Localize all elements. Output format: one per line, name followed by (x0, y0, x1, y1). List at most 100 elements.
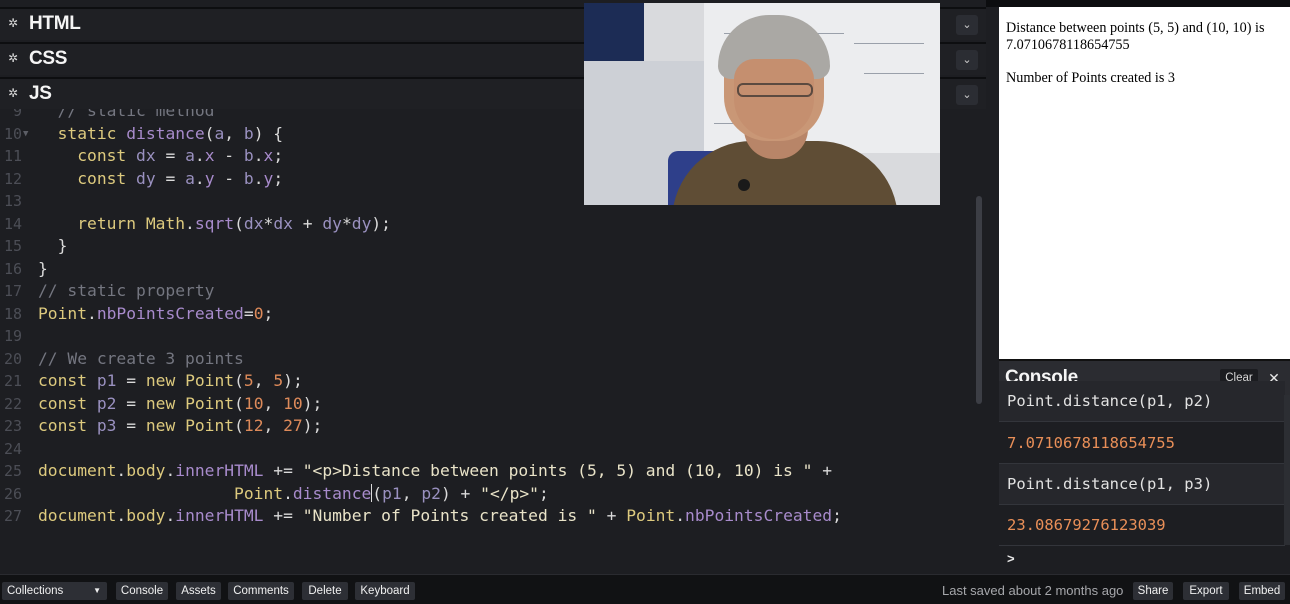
code-token: , (263, 393, 284, 413)
gear-icon[interactable]: ✲ (6, 86, 20, 100)
code-token: y (204, 168, 215, 188)
console-button[interactable]: Console (116, 582, 168, 600)
console-scrollbar[interactable] (1284, 395, 1290, 545)
chevron-down-icon[interactable]: ⌄ (956, 15, 978, 35)
code-token: dy (136, 168, 156, 188)
webcam-video (584, 3, 940, 205)
code-token: distance (292, 483, 372, 503)
code-token: nbPointsCreated (96, 303, 244, 323)
code-token: * (263, 213, 274, 233)
code-token: 10 (243, 393, 264, 413)
code-text: document.body.innerHTML += "Number of Po… (38, 505, 842, 528)
line-number: 18 (3, 304, 22, 323)
line-number: 27 (3, 507, 22, 525)
code-token: - (214, 168, 244, 188)
code-line[interactable]: 24 (0, 438, 986, 461)
code-token: nbPointsCreated (685, 506, 833, 525)
code-token: dx (136, 146, 156, 165)
code-token: 0 (253, 303, 264, 323)
delete-button[interactable]: Delete (302, 582, 348, 600)
code-token: b (243, 123, 254, 143)
fold-arrow-icon[interactable]: ▼ (23, 123, 28, 146)
code-line[interactable]: 19 (0, 325, 986, 348)
code-token: . (87, 303, 97, 323)
line-number: 23 (3, 417, 22, 435)
line-number: 24 (3, 439, 22, 458)
code-token: x (263, 146, 274, 165)
embed-button[interactable]: Embed (1239, 582, 1285, 600)
microphone (738, 179, 750, 191)
code-token: a (185, 146, 195, 165)
code-token: += (263, 461, 303, 480)
code-token: const (38, 371, 97, 390)
code-line[interactable]: 21 const p1 = new Point(5, 5); (0, 370, 986, 393)
code-token: document (38, 506, 117, 525)
line-number: 26 (3, 484, 22, 503)
code-text: const p3 = new Point(12, 27); (38, 415, 322, 438)
console-output-entry: 23.08679276123039 (999, 505, 1285, 546)
code-line[interactable]: 27 document.body.innerHTML += "Number of … (0, 505, 986, 528)
code-line[interactable]: 17 // static property (0, 280, 986, 303)
code-token: Point (185, 371, 235, 390)
gear-icon[interactable]: ✲ (6, 51, 20, 65)
code-line[interactable]: 25 document.body.innerHTML += "<p>Distanc… (0, 460, 986, 483)
chevron-down-icon[interactable]: ⌄ (956, 50, 978, 70)
code-token: dy (322, 213, 342, 233)
code-token: . (185, 213, 195, 233)
code-token: , (263, 416, 284, 435)
chevron-down-icon[interactable]: ⌄ (956, 85, 978, 105)
code-token: = (116, 371, 146, 390)
collections-select[interactable]: Collections ▼ (2, 582, 107, 600)
line-number: 11 (3, 147, 22, 165)
export-button[interactable]: Export (1183, 582, 1229, 600)
code-token: innerHTML (175, 461, 264, 480)
code-token: Math (145, 213, 186, 233)
code-line[interactable]: 14 return Math.sqrt(dx*dx + dy*dy); (0, 213, 986, 236)
code-token: p1 (96, 371, 117, 390)
console-prompt[interactable]: > (1007, 551, 1015, 566)
chevron-down-icon: ▼ (93, 586, 101, 595)
code-token: innerHTML (175, 506, 264, 525)
console-output-entry: 7.0710678118654755 (999, 423, 1285, 464)
code-token: . (165, 506, 176, 525)
code-token: a (214, 123, 225, 143)
code-line[interactable]: 20 // We create 3 points (0, 348, 986, 371)
code-token: const (38, 168, 137, 188)
line-number: 12 (3, 169, 22, 188)
code-text: } (38, 235, 68, 258)
code-line[interactable]: 22 const p2 = new Point(10, 10); (0, 393, 986, 416)
code-line[interactable]: 26 Point.distance(p1, p2) + "</p>"; (0, 483, 986, 506)
code-token: ; (273, 168, 284, 188)
code-line[interactable]: 15 } (0, 235, 986, 258)
code-token: . (675, 506, 686, 525)
code-line[interactable]: 23 const p3 = new Point(12, 27); (0, 415, 986, 438)
code-text: return Math.sqrt(dx*dx + dy*dy); (38, 213, 391, 236)
code-token: 5 (273, 371, 284, 390)
code-token: . (253, 168, 264, 188)
code-token: Point (234, 483, 284, 503)
code-token: = (155, 168, 186, 188)
code-token: = (116, 416, 146, 435)
code-line[interactable]: 18 Point.nbPointsCreated=0; (0, 303, 986, 326)
code-token: y (263, 168, 274, 188)
code-token: , (401, 483, 422, 503)
code-token: ( (372, 483, 383, 503)
keyboard-button[interactable]: Keyboard (355, 582, 415, 600)
code-token: ( (234, 213, 244, 233)
code-token: p2 (421, 483, 441, 503)
code-text: // static method (38, 109, 215, 123)
assets-button[interactable]: Assets (176, 582, 221, 600)
code-text: } (38, 258, 48, 281)
code-line[interactable]: 16} (0, 258, 986, 281)
comments-button[interactable]: Comments (228, 582, 294, 600)
code-token: + (596, 506, 627, 525)
gear-icon[interactable]: ✲ (6, 16, 20, 30)
code-token: "<p>Distance between points (5, 5) and (… (302, 461, 813, 480)
editor-scrollbar[interactable] (976, 196, 982, 404)
code-token: ) + (440, 483, 481, 503)
console-input-entry: Point.distance(p1, p3) (999, 464, 1285, 505)
console-input-entry: Point.distance(p1, p2) (999, 381, 1285, 422)
code-token: sqrt (194, 213, 235, 233)
share-button[interactable]: Share (1133, 582, 1173, 600)
